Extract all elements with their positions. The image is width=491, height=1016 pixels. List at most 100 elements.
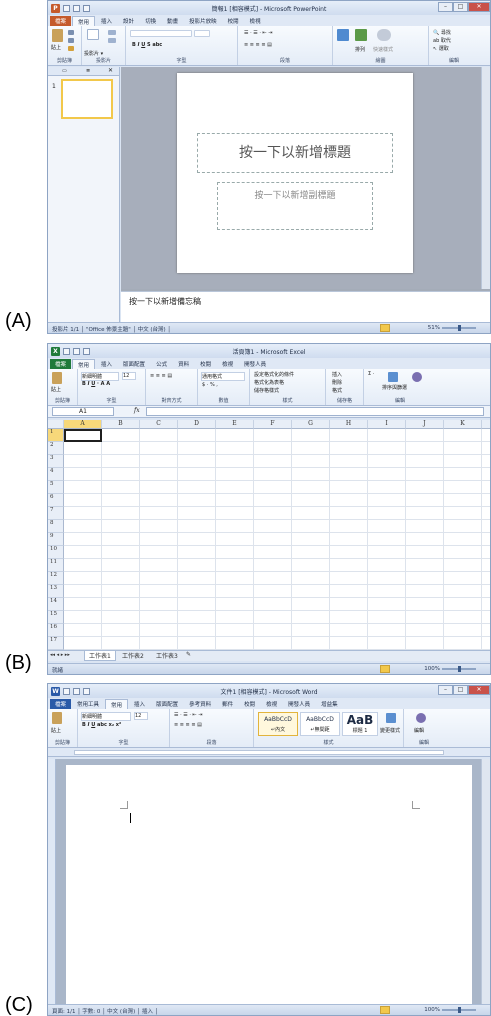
column-header[interactable]: J (406, 420, 444, 429)
row-header[interactable]: 6 (48, 494, 64, 507)
column-header[interactable]: I (368, 420, 406, 429)
selected-cell-a1[interactable] (64, 429, 102, 442)
vertical-ruler[interactable] (48, 759, 56, 1005)
slide-thumbnail[interactable] (61, 79, 113, 119)
tab-transitions[interactable]: 切換 (140, 16, 161, 26)
format-as-table-button[interactable]: 格式化為表格 (254, 379, 284, 386)
row-header[interactable]: 3 (48, 455, 64, 468)
paste-icon[interactable] (52, 29, 63, 42)
column-header[interactable]: G (292, 420, 330, 429)
tab-developer[interactable]: 開發人員 (283, 699, 315, 709)
tab-insert[interactable]: 插入 (96, 16, 117, 26)
tab-file[interactable]: 檔案 (50, 16, 72, 26)
tab-data[interactable]: 資料 (173, 359, 194, 369)
column-header[interactable]: F (254, 420, 292, 429)
change-styles-label[interactable]: 變更樣式 (380, 727, 400, 734)
tab-insert[interactable]: 插入 (96, 359, 117, 369)
find-icon[interactable] (416, 713, 426, 723)
view-normal-icon[interactable] (380, 665, 390, 673)
column-header[interactable]: E (216, 420, 254, 429)
quick-styles-icon[interactable] (377, 29, 391, 41)
maximize-button[interactable]: □ (453, 685, 468, 695)
notes-pane[interactable]: 按一下以新增備忘稿 (121, 291, 490, 322)
sheet-tab-2[interactable]: 工作表2 (118, 651, 148, 660)
copy-icon[interactable] (68, 38, 74, 43)
close-panel-icon[interactable]: ✕ (108, 67, 113, 74)
find-select-icon[interactable] (412, 372, 422, 382)
row-header[interactable]: 2 (48, 442, 64, 455)
autosum-icon[interactable]: Σ · (368, 371, 374, 377)
row-header[interactable]: 17 (48, 637, 64, 650)
column-header[interactable]: C (140, 420, 178, 429)
find-button[interactable]: 🔍 尋找 (433, 29, 451, 36)
minimize-button[interactable]: – (438, 685, 453, 695)
conditional-format-button[interactable]: 設定格式化的條件 (254, 371, 294, 378)
name-box[interactable]: A1 (52, 407, 114, 416)
new-slide-label[interactable]: 投影片 ▾ (84, 50, 103, 57)
tab-home[interactable]: 常用 (72, 359, 96, 369)
row-header[interactable]: 11 (48, 559, 64, 572)
zoom-level[interactable]: 100% (424, 1007, 440, 1013)
paste-label[interactable]: 貼上 (51, 44, 61, 51)
row-header[interactable]: 13 (48, 585, 64, 598)
row-header[interactable]: 15 (48, 611, 64, 624)
select-button[interactable]: ↖ 選取 (433, 45, 449, 52)
paste-label[interactable]: 貼上 (51, 386, 61, 393)
zoom-slider[interactable] (442, 325, 476, 331)
style-heading-1[interactable]: AaB 標題 1 (342, 712, 378, 736)
tab-slides-panel[interactable]: ▭ (62, 68, 67, 74)
close-button[interactable]: ✕ (468, 685, 490, 695)
shapes-icon[interactable] (337, 29, 349, 41)
row-header[interactable]: 12 (48, 572, 64, 585)
tab-home[interactable]: 常用 (105, 699, 129, 709)
tab-references[interactable]: 參考資料 (184, 699, 216, 709)
new-slide-icon[interactable] (87, 29, 99, 40)
tab-review[interactable]: 校閱 (223, 16, 244, 26)
sheet-nav-arrows[interactable]: ◂◂ ◂ ▸ ▸▸ (50, 652, 70, 658)
column-header[interactable]: A (64, 420, 102, 429)
document-page[interactable] (66, 765, 472, 1005)
tab-view[interactable]: 檢視 (217, 359, 238, 369)
tab-formulas[interactable]: 公式 (151, 359, 172, 369)
reset-icon[interactable] (108, 38, 116, 43)
vertical-scrollbar[interactable] (481, 759, 490, 1005)
font-size-box[interactable]: 12 (134, 712, 148, 720)
format-cells-button[interactable]: 格式 (332, 387, 342, 394)
column-header[interactable]: B (102, 420, 140, 429)
sheet-tab-1[interactable]: 工作表1 (84, 651, 116, 661)
cut-icon[interactable] (68, 30, 74, 35)
tab-outline-panel[interactable]: ≣ (86, 68, 90, 74)
horizontal-ruler[interactable] (48, 748, 490, 757)
replace-button[interactable]: ab 取代 (433, 37, 451, 44)
zoom-slider[interactable] (442, 1007, 476, 1013)
zoom-slider-thumb[interactable] (458, 325, 461, 331)
title-placeholder[interactable]: 按一下以新增標題 (197, 133, 393, 173)
maximize-button[interactable]: □ (453, 2, 468, 12)
tab-view[interactable]: 檢視 (261, 699, 282, 709)
row-header[interactable]: 4 (48, 468, 64, 481)
column-header[interactable]: L (482, 420, 490, 429)
zoom-level[interactable]: 51% (428, 325, 440, 331)
number-format-box[interactable]: 通用格式 (201, 372, 245, 381)
zoom-level[interactable]: 100% (424, 666, 440, 672)
row-header[interactable]: 9 (48, 533, 64, 546)
tab-page-layout[interactable]: 版面配置 (151, 699, 183, 709)
paste-icon[interactable] (52, 372, 62, 384)
tab-developer[interactable]: 開發人員 (239, 359, 271, 369)
delete-cells-button[interactable]: 刪除 (332, 379, 342, 386)
tab-file[interactable]: 檔案 (50, 699, 72, 709)
column-header[interactable]: K (444, 420, 482, 429)
column-header[interactable]: D (178, 420, 216, 429)
slide[interactable]: 按一下以新增標題 按一下以新增副標題 (177, 73, 413, 273)
row-header[interactable]: 8 (48, 520, 64, 533)
arrange-icon[interactable] (355, 29, 367, 41)
font-size-box[interactable]: 12 (122, 372, 136, 380)
style-normal[interactable]: AaBbCcD ↵內文 (258, 712, 298, 736)
formula-input[interactable] (146, 407, 484, 416)
list-buttons[interactable]: ☰ · ☰ · ⇤ ⇥ (174, 712, 202, 718)
insert-sheet-icon[interactable]: ✎ (186, 651, 191, 658)
tab-common-tools[interactable]: 常用工具 (72, 699, 104, 709)
row-header[interactable]: 1 (48, 429, 64, 442)
font-format-buttons[interactable]: B I U · A A (82, 381, 110, 387)
subtitle-placeholder[interactable]: 按一下以新增副標題 (217, 182, 373, 230)
